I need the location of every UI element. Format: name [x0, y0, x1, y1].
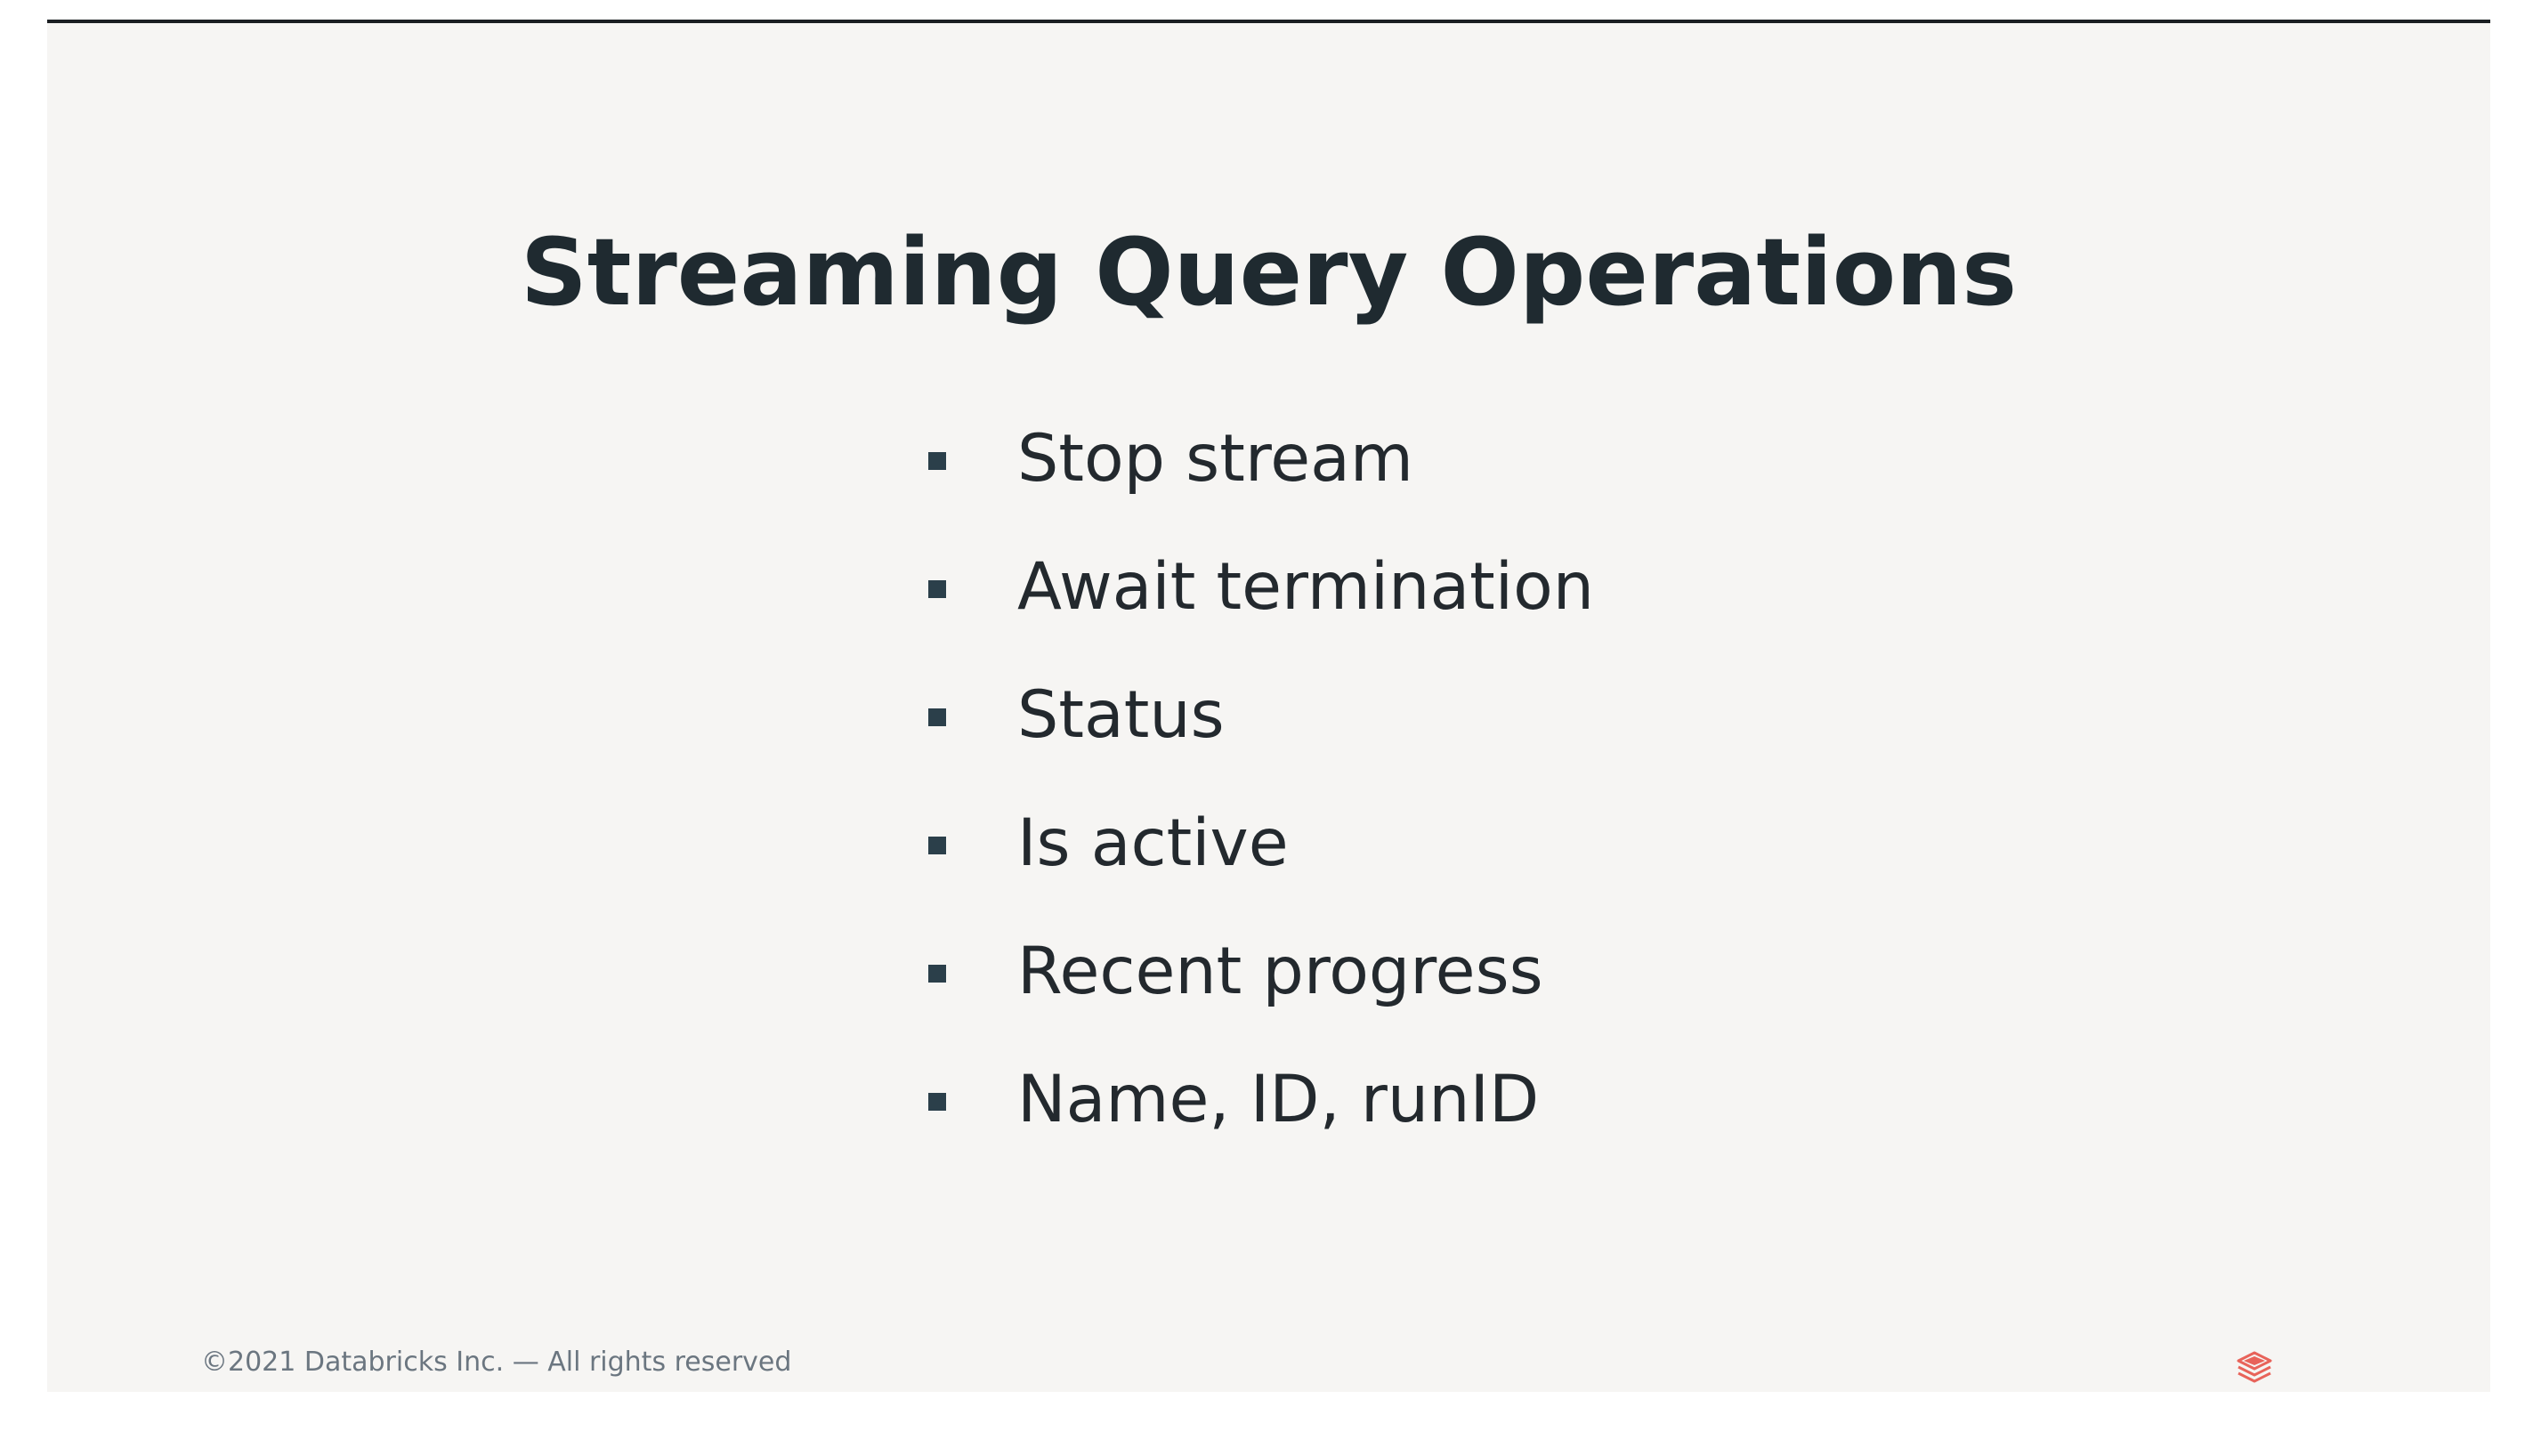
bullet-text: Recent progress	[1017, 934, 1543, 1009]
bullet-text: Is active	[1017, 805, 1289, 881]
square-bullet-icon	[928, 965, 946, 983]
square-bullet-icon	[928, 837, 946, 854]
databricks-logo-icon	[2237, 1351, 2272, 1383]
bullet-text: Name, ID, runID	[1017, 1062, 1540, 1137]
bullet-text: Status	[1017, 677, 1225, 753]
copyright-footer: ©2021 Databricks Inc. — All rights reser…	[201, 1347, 792, 1378]
square-bullet-icon	[928, 580, 946, 598]
slide-title: Streaming Query Operations	[520, 218, 2018, 327]
square-bullet-icon	[928, 1093, 946, 1111]
bullet-text: Await termination	[1017, 549, 1595, 625]
square-bullet-icon	[928, 452, 946, 470]
bullet-text: Stop stream	[1017, 421, 1413, 497]
slide-canvas: Streaming Query Operations Stop stream A…	[47, 23, 2490, 1392]
square-bullet-icon	[928, 708, 946, 726]
